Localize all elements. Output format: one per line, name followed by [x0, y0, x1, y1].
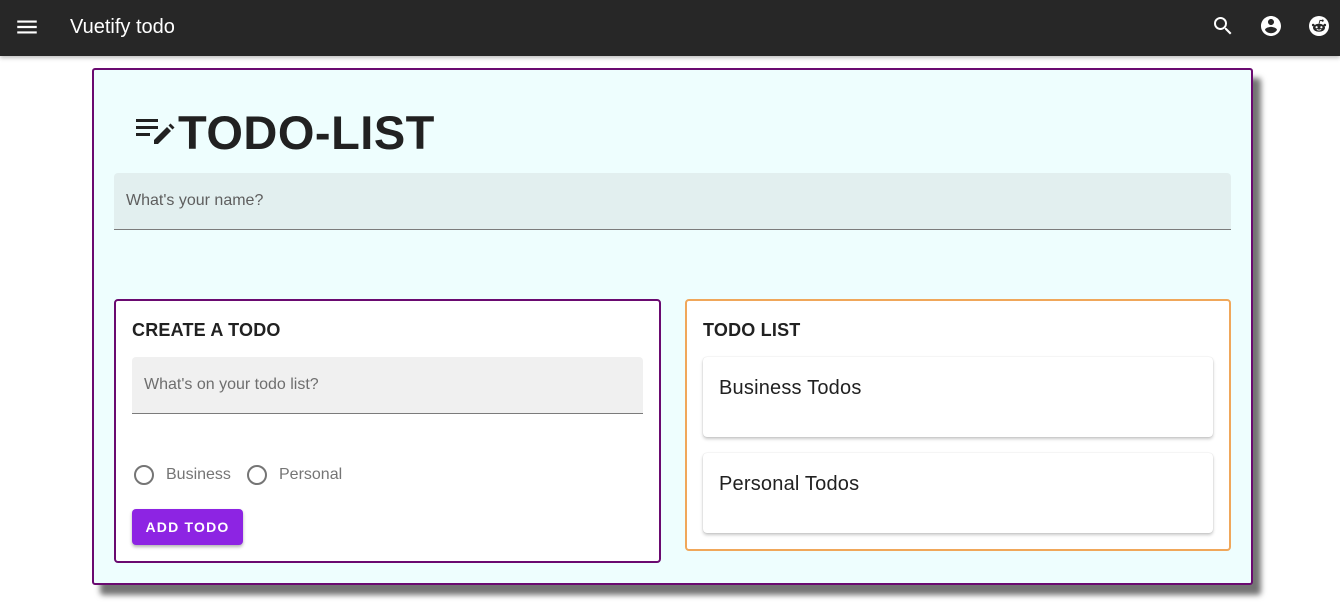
radio-business[interactable]: Business — [134, 463, 231, 487]
account-circle-icon[interactable] — [1257, 12, 1285, 40]
personal-todos-title: Personal Todos — [719, 473, 860, 495]
playlist-edit-icon — [134, 116, 176, 150]
name-field[interactable] — [114, 173, 1231, 230]
app-bar: Vuetify todo — [0, 0, 1340, 56]
page-title: TODO-LIST — [178, 106, 435, 159]
todo-list-title: TODO LIST — [703, 320, 801, 340]
radio-business-label: Business — [166, 466, 231, 483]
personal-todos-card[interactable]: Personal Todos — [703, 453, 1213, 533]
search-icon[interactable] — [1209, 12, 1237, 40]
radio-unchecked-icon[interactable] — [134, 465, 154, 485]
business-todos-title: Business Todos — [719, 377, 862, 399]
add-todo-button[interactable]: ADD TODO — [132, 509, 243, 545]
todo-field[interactable] — [132, 357, 643, 414]
radio-personal-label: Personal — [279, 466, 343, 483]
business-todos-card[interactable]: Business Todos — [703, 357, 1213, 437]
radio-unchecked-icon[interactable] — [247, 465, 267, 485]
create-todo-title: CREATE A TODO — [132, 320, 281, 340]
radio-personal[interactable]: Personal — [247, 463, 342, 487]
name-input[interactable] — [126, 189, 1216, 213]
app-title: Vuetify todo — [70, 16, 175, 38]
reddit-icon[interactable] — [1305, 12, 1333, 40]
todo-input[interactable] — [144, 373, 632, 397]
menu-icon[interactable] — [14, 14, 40, 40]
